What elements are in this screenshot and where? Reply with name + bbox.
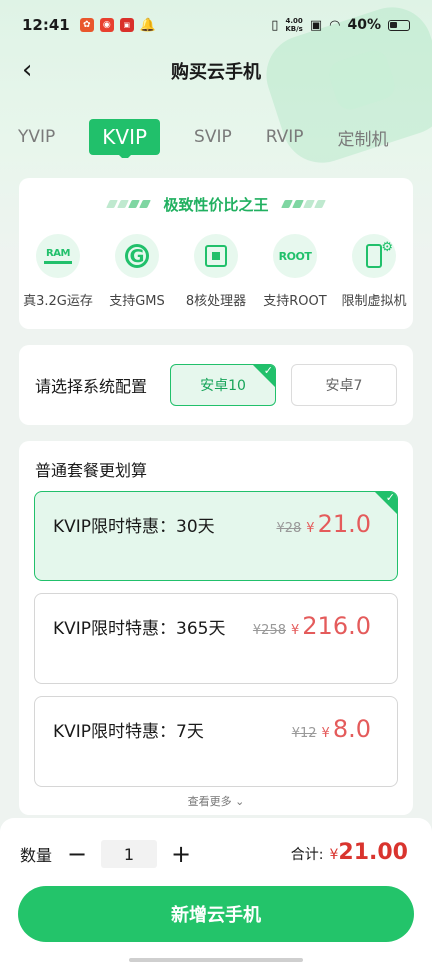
home-indicator[interactable]: [129, 958, 303, 962]
battery-icon: [388, 19, 410, 31]
features-row: RAM 真3.2G运存 G 支持GMS 8核处理器 ROOT 支持ROOT 限制…: [19, 230, 413, 309]
system-config-card: 请选择系统配置 安卓10 ✓ 安卓7: [19, 345, 413, 425]
sale-price: 21.0: [317, 510, 371, 538]
currency-symbol: ¥: [306, 521, 315, 536]
sim-icon: ▣: [309, 17, 323, 33]
option-label: 安卓7: [325, 378, 363, 394]
check-icon: ✓: [263, 364, 273, 377]
tab-yvip[interactable]: YVIP: [18, 119, 55, 155]
ram-icon-text: RAM: [44, 248, 72, 264]
wifi-icon: ◠: [329, 17, 341, 33]
app-notification-icon: ✿: [79, 18, 94, 32]
total-value: 21.00: [338, 840, 408, 865]
original-price: ¥28: [276, 521, 302, 536]
feature-item: RAM 真3.2G运存: [19, 234, 97, 309]
view-more-link[interactable]: 查看更多 ⌄: [19, 793, 413, 809]
root-icon-text: ROOT: [278, 249, 312, 263]
plan-option[interactable]: KVIP限时特惠：30天 ¥28 ¥ 21.0 ✓: [34, 491, 398, 581]
tab-rvip[interactable]: RVIP: [266, 119, 304, 155]
ram-icon: RAM: [36, 234, 80, 278]
sale-price: 216.0: [302, 612, 371, 640]
network-speed: 4.00 KB/s: [285, 17, 302, 33]
net-speed-value: 4.00: [285, 17, 303, 25]
stripe-decoration: [280, 200, 326, 208]
phone-settings-icon: [352, 234, 396, 278]
feature-item: 8核处理器: [177, 234, 255, 309]
feature-label: 支持GMS: [109, 294, 165, 309]
option-android-10[interactable]: 安卓10 ✓: [170, 364, 276, 406]
feature-label: 支持ROOT: [263, 294, 327, 309]
option-label: 安卓10: [200, 378, 246, 394]
bell-icon: 🔔: [139, 17, 156, 33]
plan-price: ¥258 ¥ 216.0: [253, 612, 371, 640]
plan-option[interactable]: KVIP限时特惠：365天 ¥258 ¥ 216.0: [34, 593, 398, 684]
plan-name: KVIP限时特惠：365天: [53, 619, 226, 639]
feature-label: 真3.2G运存: [23, 294, 93, 309]
quantity-label: 数量: [20, 846, 53, 865]
features-card: 极致性价比之王 RAM 真3.2G运存 G 支持GMS 8核处理器 ROOT 支…: [19, 178, 413, 329]
status-bar: 12:41 ✿ ◉ ▣ 🔔 ▯ 4.00 KB/s ▣ ◠ 40%: [0, 0, 432, 50]
tab-svip[interactable]: SVIP: [194, 119, 232, 155]
quantity-input[interactable]: [101, 840, 158, 868]
option-android-7[interactable]: 安卓7: [291, 364, 397, 406]
plan-price: ¥28 ¥ 21.0: [276, 510, 371, 538]
page-title: 购买云手机: [171, 62, 261, 83]
tab-kvip[interactable]: KVIP: [89, 119, 161, 158]
status-time: 12:41: [22, 16, 70, 34]
root-icon: ROOT: [273, 234, 317, 278]
vibrate-icon: ▯: [271, 17, 279, 33]
features-header: 极致性价比之王: [19, 178, 413, 230]
increment-button[interactable]: +: [170, 842, 192, 866]
feature-item: ROOT 支持ROOT: [256, 234, 334, 309]
currency-symbol: ¥: [321, 726, 330, 741]
quantity-stepper: 数量 − +: [20, 840, 192, 868]
cpu-chip-icon: [194, 234, 238, 278]
features-title: 极致性价比之王: [163, 195, 269, 214]
feature-item: G 支持GMS: [98, 234, 176, 309]
feature-label: 8核处理器: [185, 294, 247, 309]
battery-percent: 40%: [347, 17, 381, 33]
plan-name: KVIP限时特惠：30天: [53, 517, 215, 537]
total-price: 合计: ¥ 21.00: [291, 840, 408, 865]
plan-price: ¥12 ¥ 8.0: [292, 715, 371, 743]
page-header: ‹ 购买云手机: [0, 50, 432, 92]
bottom-bar: 数量 − + 合计: ¥ 21.00 新增云手机: [0, 818, 432, 964]
add-cloud-phone-button[interactable]: 新增云手机: [18, 886, 414, 942]
original-price: ¥258: [252, 623, 286, 638]
check-icon: ✓: [385, 491, 395, 504]
plans-card: 普通套餐更划算 KVIP限时特惠：30天 ¥28 ¥ 21.0 ✓ KVIP限时…: [19, 441, 413, 815]
gms-icon-text: G: [125, 244, 149, 268]
total-currency: ¥: [329, 847, 339, 863]
sale-price: 8.0: [332, 715, 371, 743]
feature-item: 限制虚拟机: [335, 234, 413, 309]
back-icon[interactable]: ‹: [22, 57, 32, 83]
plan-name: KVIP限时特惠：7天: [53, 722, 204, 742]
currency-symbol: ¥: [291, 623, 300, 638]
plan-option[interactable]: KVIP限时特惠：7天 ¥12 ¥ 8.0: [34, 696, 398, 787]
system-config-label: 请选择系统配置: [35, 377, 148, 396]
weibo-notification-icon: ◉: [99, 18, 114, 32]
vip-tabs: YVIP KVIP SVIP RVIP 定制机: [18, 116, 432, 158]
total-label: 合计:: [290, 847, 324, 863]
decrement-button[interactable]: −: [66, 842, 88, 866]
plans-title: 普通套餐更划算: [35, 461, 148, 480]
stripe-decoration: [106, 200, 152, 208]
app-notification-icon: ▣: [119, 18, 134, 32]
original-price: ¥12: [291, 726, 317, 741]
feature-label: 限制虚拟机: [341, 294, 407, 309]
net-speed-unit: KB/s: [285, 25, 303, 33]
tab-custom[interactable]: 定制机: [338, 119, 389, 155]
google-gms-icon: G: [115, 234, 159, 278]
